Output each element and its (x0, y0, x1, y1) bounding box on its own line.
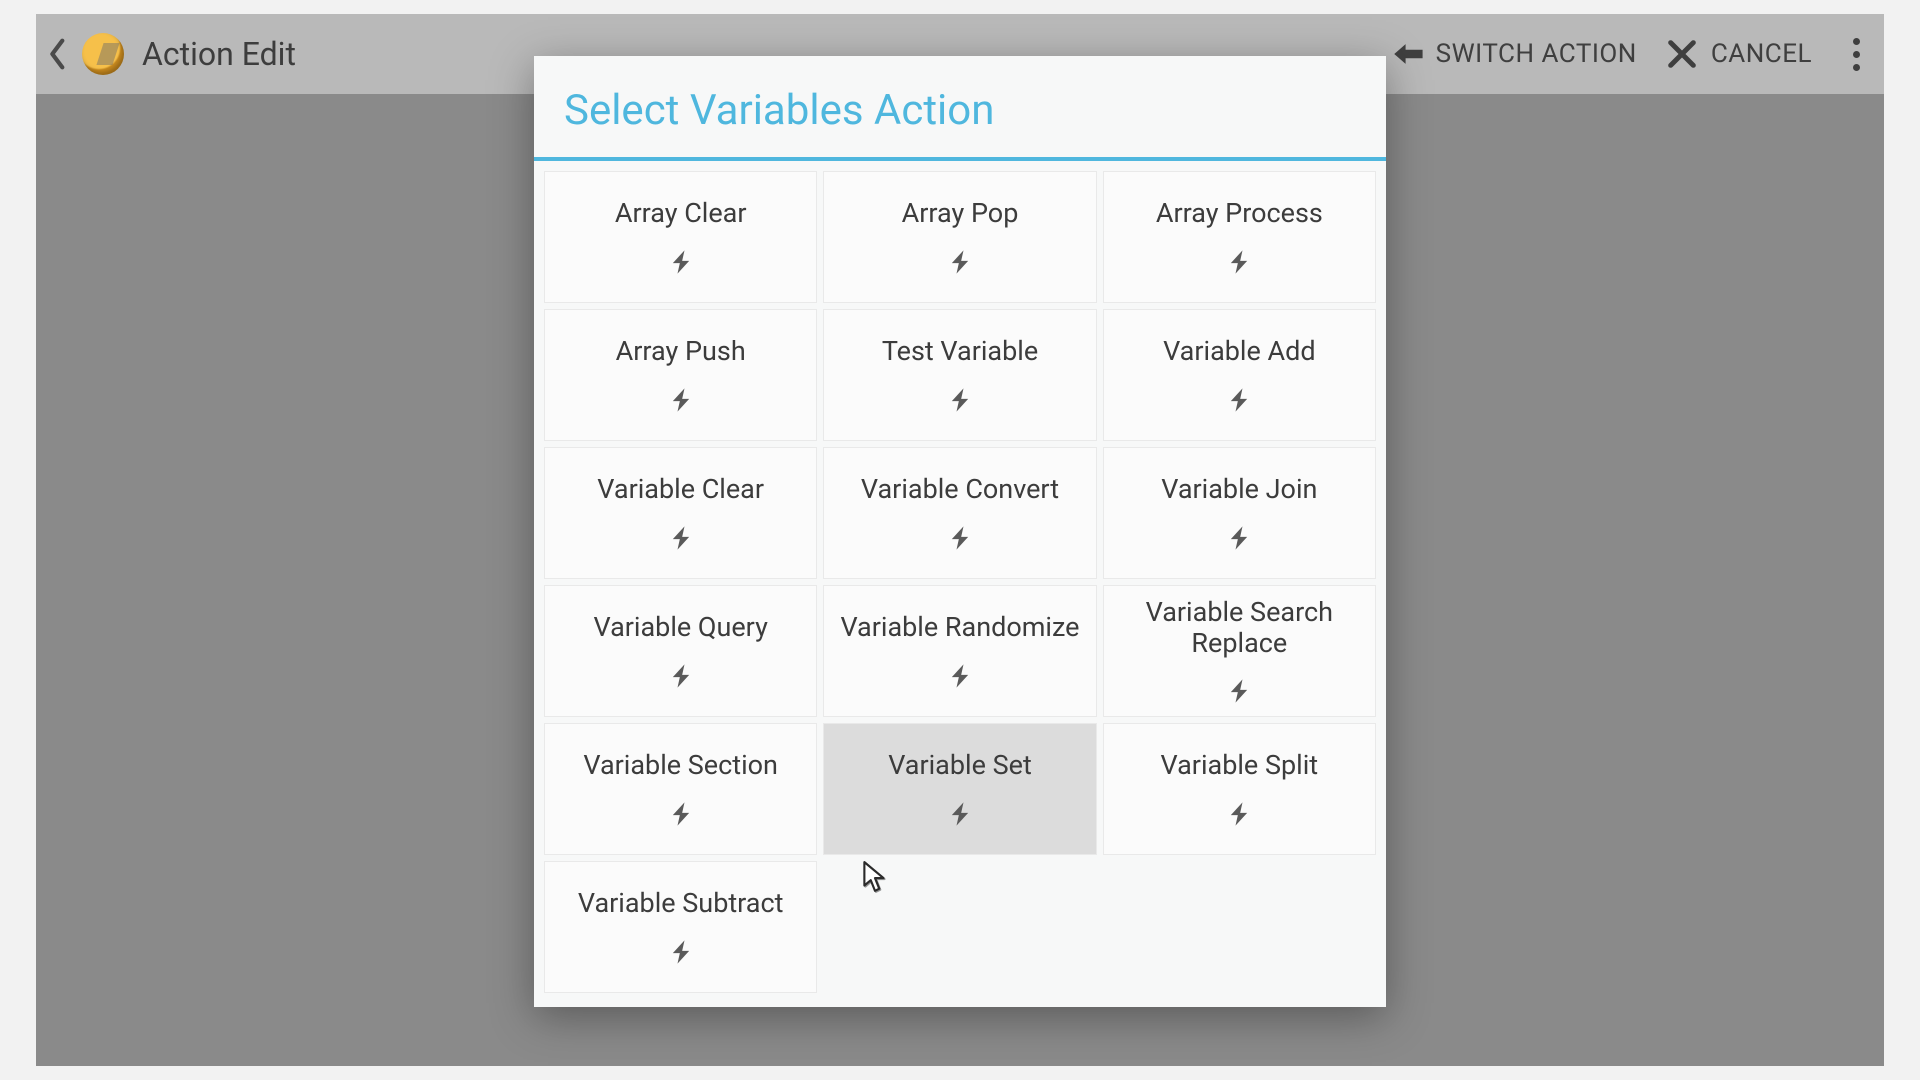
lightning-icon (667, 800, 695, 828)
action-tile-label: Variable Join (1153, 474, 1325, 505)
action-tile-label: Variable Clear (589, 474, 772, 505)
action-tile-label: Variable Search Replace (1104, 597, 1375, 659)
overflow-menu-button[interactable] (1846, 38, 1866, 71)
action-tile[interactable]: Variable Clear (544, 447, 817, 579)
action-tile[interactable]: Variable Subtract (544, 861, 817, 993)
chevron-left-icon (49, 38, 69, 70)
action-tile-label: Variable Set (880, 750, 1040, 781)
lightning-icon (946, 248, 974, 276)
action-tile-label: Variable Subtract (570, 888, 792, 919)
action-tile[interactable]: Array Pop (823, 171, 1096, 303)
action-tile[interactable]: Array Clear (544, 171, 817, 303)
action-tile[interactable]: Array Process (1103, 171, 1376, 303)
lightning-icon (1225, 524, 1253, 552)
app-logo-icon (82, 33, 124, 75)
dialog-title: Select Variables Action (534, 56, 1386, 157)
action-tile[interactable]: Test Variable (823, 309, 1096, 441)
lightning-icon (946, 662, 974, 690)
action-tile[interactable]: Variable Query (544, 585, 817, 717)
action-tile-label: Variable Section (575, 750, 786, 781)
lightning-icon (667, 524, 695, 552)
lightning-icon (667, 662, 695, 690)
action-tile[interactable]: Variable Convert (823, 447, 1096, 579)
action-tile-label: Array Push (608, 336, 754, 367)
action-grid: Array Clear Array Pop Array Process Array P… (534, 161, 1386, 999)
lightning-icon (667, 938, 695, 966)
page-title: Action Edit (142, 35, 296, 73)
dot-icon (1853, 38, 1860, 45)
action-tile-label: Variable Convert (853, 474, 1067, 505)
lightning-icon (1225, 248, 1253, 276)
action-tile-label: Array Pop (894, 198, 1027, 229)
action-tile-label: Test Variable (874, 336, 1046, 367)
dot-icon (1853, 51, 1860, 58)
action-tile-label: Array Process (1148, 198, 1331, 229)
action-tile[interactable]: Variable Set (823, 723, 1096, 855)
lightning-icon (946, 386, 974, 414)
lightning-icon (946, 800, 974, 828)
action-tile[interactable]: Variable Add (1103, 309, 1376, 441)
switch-action-label: SWITCH ACTION (1436, 39, 1637, 69)
lightning-icon (667, 248, 695, 276)
select-action-dialog: Select Variables Action Array ClearArray… (534, 56, 1386, 1007)
action-tile[interactable]: Array Push (544, 309, 817, 441)
dot-icon (1853, 64, 1860, 71)
swap-icon (1390, 37, 1424, 71)
lightning-icon (1225, 800, 1253, 828)
action-tile-label: Array Clear (607, 198, 755, 229)
back-button[interactable] (46, 41, 72, 67)
action-tile-label: Variable Add (1155, 336, 1323, 367)
lightning-icon (946, 524, 974, 552)
close-icon (1665, 37, 1699, 71)
action-tile-label: Variable Split (1153, 750, 1327, 781)
action-tile[interactable]: Variable Split (1103, 723, 1376, 855)
switch-action-button[interactable]: SWITCH ACTION (1390, 37, 1637, 71)
action-tile-label: Variable Randomize (832, 612, 1087, 643)
lightning-icon (1225, 386, 1253, 414)
lightning-icon (667, 386, 695, 414)
cancel-button[interactable]: CANCEL (1665, 37, 1812, 71)
action-tile[interactable]: Variable Join (1103, 447, 1376, 579)
lightning-icon (1225, 677, 1253, 705)
action-tile[interactable]: Variable Randomize (823, 585, 1096, 717)
action-tile-label: Variable Query (585, 612, 775, 643)
action-tile[interactable]: Variable Section (544, 723, 817, 855)
action-tile[interactable]: Variable Search Replace (1103, 585, 1376, 717)
cancel-label: CANCEL (1711, 39, 1812, 69)
